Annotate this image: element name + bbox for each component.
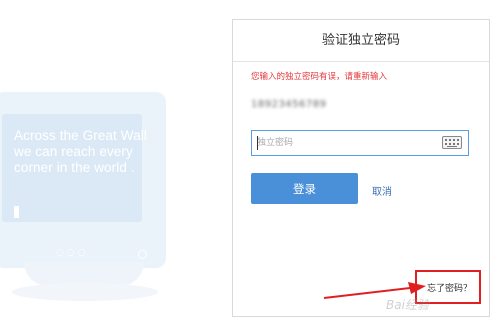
watermark: Bai经验 [386,298,429,312]
cancel-link[interactable]: 取消 [372,183,392,198]
monitor-cursor-block [14,206,19,218]
forgot-password-link[interactable]: 忘了密码？ [427,281,472,294]
error-message: 您输入的独立密码有误，请重新输入 [251,72,388,82]
monitor-slogan: Across the Great Wall we can reach every… [14,128,147,175]
text-caret [257,136,258,150]
monitor-dots-icon: ○○○ [56,248,89,258]
dialog-title: 验证独立密码 [233,20,489,62]
account-name: 18923456789 [251,99,327,110]
password-input[interactable] [252,131,436,155]
keyboard-icon[interactable] [442,136,462,149]
login-button[interactable]: 登录 [251,173,358,204]
password-field[interactable] [251,130,469,156]
monitor-power-icon [138,250,147,259]
monitor-base [12,283,158,301]
monitor-illustration [0,92,166,268]
